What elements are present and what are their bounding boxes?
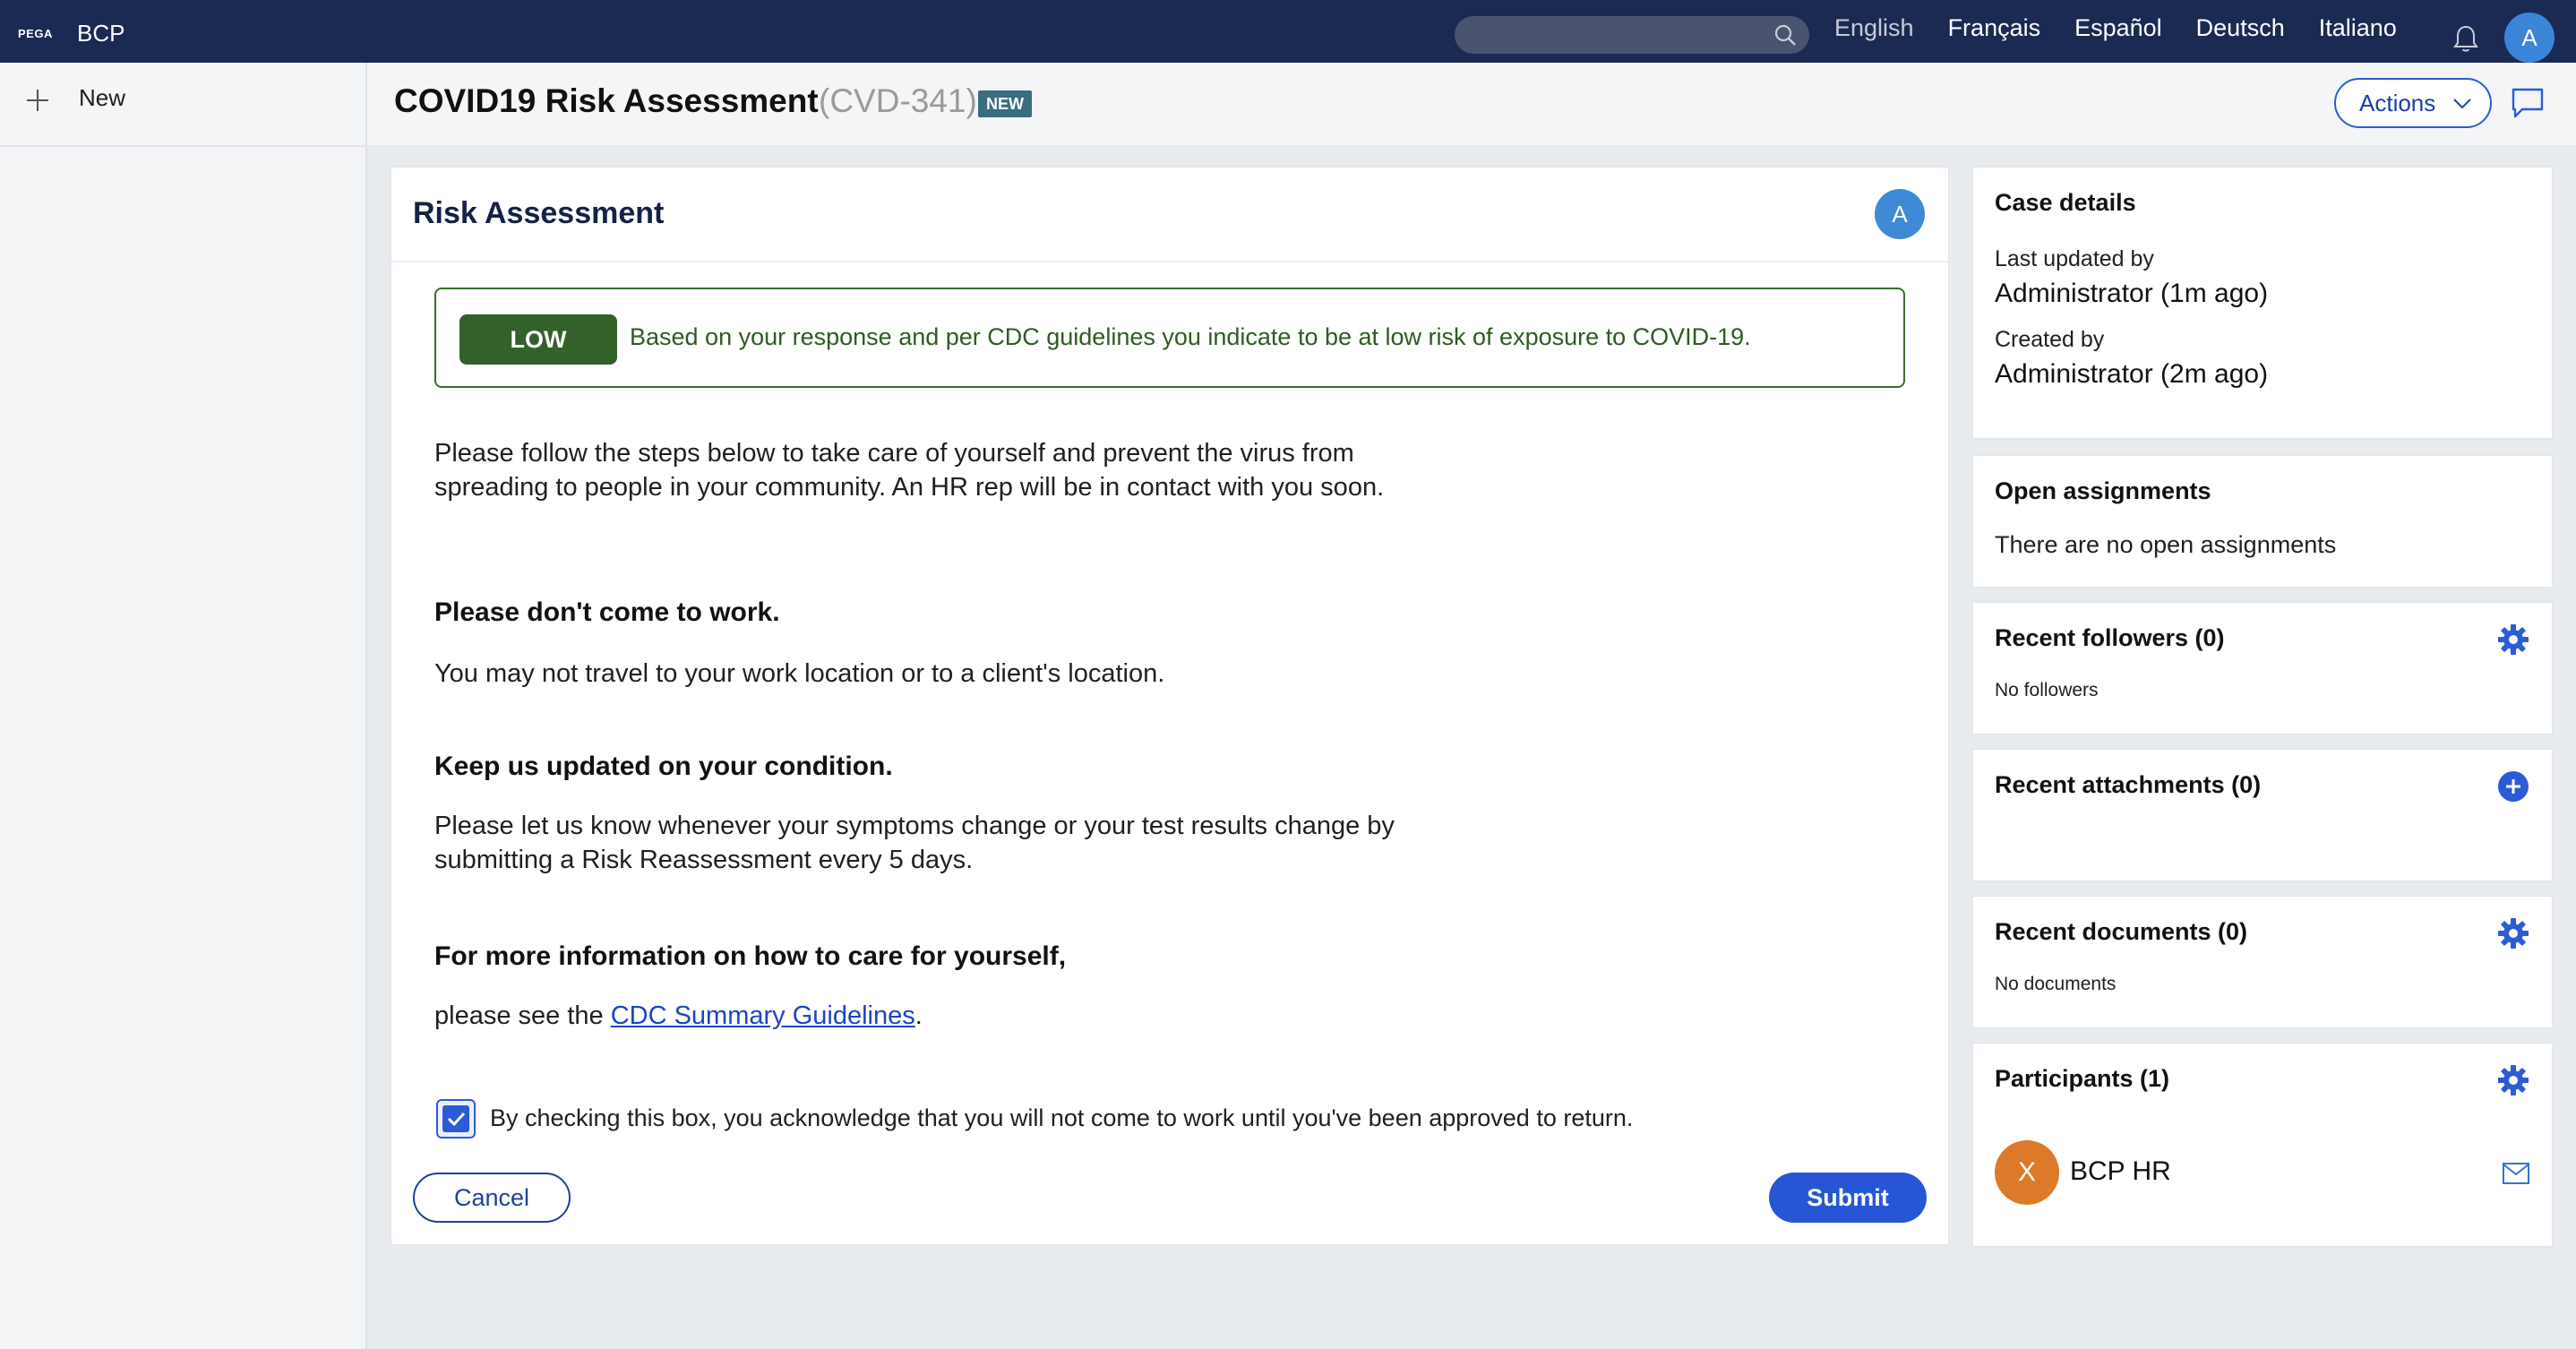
section1-heading: Please don't come to work. bbox=[434, 597, 780, 627]
risk-result-banner: LOW Based on your response and per CDC g… bbox=[434, 288, 1905, 388]
add-attachment-icon[interactable] bbox=[2496, 769, 2530, 803]
risk-level-badge: LOW bbox=[459, 314, 617, 365]
attachments-panel: Recent attachments (0) bbox=[1972, 749, 2553, 881]
case-id: (CVD-341) bbox=[819, 82, 977, 119]
open-assignments-title: Open assignments bbox=[1995, 477, 2211, 504]
status-badge: NEW bbox=[978, 90, 1032, 117]
participant-name[interactable]: BCP HR bbox=[2070, 1156, 2171, 1187]
case-details-title: Case details bbox=[1995, 189, 2136, 216]
new-case-button[interactable]: New bbox=[0, 63, 367, 147]
acknowledge-label: By checking this box, you acknowledge th… bbox=[490, 1104, 1634, 1131]
last-updated-label: Last updated by bbox=[1995, 246, 2154, 271]
participants-panel: Participants (1) X BCP HR bbox=[1972, 1043, 2553, 1247]
comment-icon[interactable] bbox=[2510, 86, 2546, 120]
intro-text: Please follow the steps below to take ca… bbox=[434, 439, 1385, 502]
case-details-panel: Case details Last updated by Administrat… bbox=[1972, 167, 2553, 439]
left-sidebar: New bbox=[0, 63, 367, 1349]
section1-text: You may not travel to your work location… bbox=[434, 659, 1165, 688]
search-input[interactable] bbox=[1455, 16, 1809, 54]
plus-icon bbox=[27, 90, 48, 111]
section2-text: Please let us know whenever your symptom… bbox=[434, 812, 1395, 874]
created-label: Created by bbox=[1995, 327, 2105, 352]
language-switcher: English Français Español Deutsch Italian… bbox=[1834, 13, 2431, 43]
lang-espanol[interactable]: Español bbox=[2074, 13, 2162, 43]
assignee-avatar[interactable]: A bbox=[1875, 189, 1925, 239]
followers-empty: No followers bbox=[1995, 680, 2099, 700]
submit-button[interactable]: Submit bbox=[1769, 1173, 1927, 1223]
open-assignments-text: There are no open assignments bbox=[1995, 531, 2337, 558]
documents-empty: No documents bbox=[1995, 974, 2117, 994]
documents-title: Recent documents (0) bbox=[1995, 918, 2248, 945]
risk-message: Based on your response and per CDC guide… bbox=[630, 323, 1751, 350]
gear-icon[interactable] bbox=[2496, 623, 2530, 657]
cdc-guidelines-link[interactable]: CDC Summary Guidelines bbox=[611, 1001, 915, 1030]
documents-panel: Recent documents (0) No documents bbox=[1972, 896, 2553, 1028]
participants-title: Participants (1) bbox=[1995, 1065, 2170, 1092]
lang-francais[interactable]: Français bbox=[1948, 13, 2041, 43]
last-updated-value: Administrator (1m ago) bbox=[1995, 279, 2269, 308]
section3-text: please see the CDC Summary Guidelines. bbox=[434, 999, 1402, 1033]
participant-avatar[interactable]: X bbox=[1995, 1140, 2059, 1205]
app-name[interactable]: BCP bbox=[77, 20, 125, 47]
followers-panel: Recent followers (0) No followers bbox=[1972, 602, 2553, 735]
section3-heading: For more information on how to care for … bbox=[434, 941, 1067, 971]
section2-heading: Keep us updated on your condition. bbox=[434, 752, 893, 781]
new-label: New bbox=[79, 84, 126, 111]
lang-italiano[interactable]: Italiano bbox=[2319, 13, 2397, 43]
cancel-button[interactable]: Cancel bbox=[413, 1173, 571, 1223]
card-header: Risk Assessment A bbox=[391, 168, 1948, 262]
open-assignments-panel: Open assignments There are no open assig… bbox=[1972, 455, 2553, 588]
risk-assessment-card: Risk Assessment A LOW Based on your resp… bbox=[391, 167, 1949, 1245]
checkbox-fill bbox=[442, 1105, 469, 1132]
followers-title: Recent followers (0) bbox=[1995, 624, 2225, 651]
created-value: Administrator (2m ago) bbox=[1995, 359, 2269, 389]
gear-icon[interactable] bbox=[2496, 1063, 2530, 1097]
pega-logo: PEGA bbox=[18, 27, 53, 40]
top-bar: PEGA BCP English Français Español Deutsc… bbox=[0, 0, 2576, 63]
check-icon bbox=[447, 1112, 466, 1127]
acknowledge-checkbox[interactable] bbox=[436, 1099, 476, 1138]
card-title: Risk Assessment bbox=[413, 196, 665, 230]
user-avatar[interactable]: A bbox=[2504, 13, 2555, 63]
actions-button[interactable]: Actions bbox=[2334, 78, 2492, 128]
attachments-title: Recent attachments (0) bbox=[1995, 771, 2262, 798]
lang-english[interactable]: English bbox=[1834, 13, 1914, 43]
mail-icon[interactable] bbox=[2502, 1162, 2530, 1185]
gear-icon[interactable] bbox=[2496, 916, 2530, 950]
page-title: COVID19 Risk Assessment bbox=[394, 82, 819, 119]
section3-suffix: . bbox=[914, 1001, 923, 1030]
case-header: COVID19 Risk Assessment (CVD-341) NEW Ac… bbox=[367, 63, 2576, 145]
search-icon[interactable] bbox=[1773, 23, 1797, 47]
chevron-down-icon bbox=[2453, 99, 2471, 109]
actions-label: Actions bbox=[2359, 90, 2436, 116]
section3-prefix: please see the bbox=[434, 1001, 611, 1030]
lang-deutsch[interactable]: Deutsch bbox=[2196, 13, 2285, 43]
bell-icon[interactable] bbox=[2452, 23, 2479, 54]
